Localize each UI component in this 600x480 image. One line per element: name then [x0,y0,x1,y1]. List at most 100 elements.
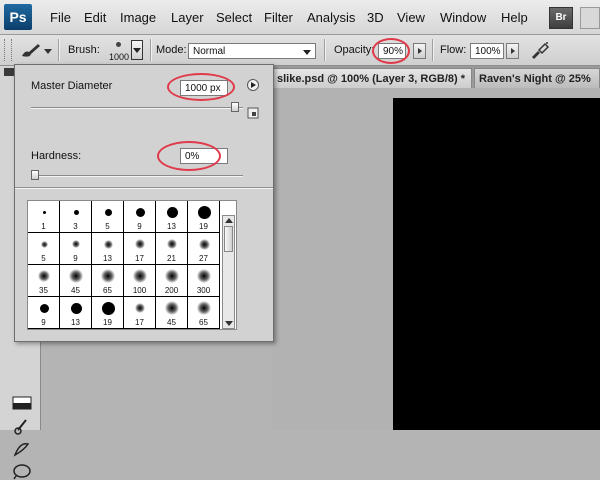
type-tool-icon[interactable] [12,462,32,480]
brush-preset[interactable]: 45 [60,265,92,297]
menu-bar: Ps File Edit Image Layer Select Filter A… [0,0,600,35]
brush-preset[interactable]: 17 [124,233,156,265]
brush-picker-button[interactable] [131,40,143,60]
brush-tip-icon [101,269,115,283]
separator [324,39,326,61]
menu-3d[interactable]: 3D [367,10,384,25]
brush-preset[interactable]: 3 [60,201,92,233]
flow-value: 100% [475,46,501,57]
brush-tip-icon [104,208,112,216]
menu-image[interactable]: Image [120,10,156,25]
mode-select[interactable]: Normal [188,43,316,59]
brush-preset[interactable]: 65 [92,265,124,297]
brush-tip-icon [166,206,178,218]
brush-preset-size: 21 [167,254,176,263]
menu-view[interactable]: View [397,10,425,25]
brush-tip-icon [165,301,179,315]
scroll-thumb[interactable] [224,226,233,252]
brush-tool-icon[interactable] [20,42,42,58]
flow-slider-button[interactable] [506,43,519,59]
scroll-up-icon[interactable] [225,218,233,223]
hardness-slider-thumb[interactable] [31,170,39,180]
brush-preset[interactable]: 65 [188,297,220,329]
bridge-button[interactable]: Br [549,7,573,29]
brush-preview[interactable]: 1000 [106,38,132,64]
brush-tip-icon [135,207,145,217]
brush-preset-size: 13 [167,222,176,231]
flow-field[interactable]: 100% [470,43,504,59]
brush-preset[interactable]: 5 [92,201,124,233]
brush-preset[interactable]: 9 [28,297,60,329]
brush-tip-icon [197,269,211,283]
brush-preset[interactable]: 21 [156,233,188,265]
menu-help[interactable]: Help [501,10,528,25]
menu-edit[interactable]: Edit [84,10,106,25]
brush-preset[interactable]: 45 [156,297,188,329]
mode-label: Mode: [156,44,187,56]
menu-file[interactable]: File [50,10,71,25]
brush-preset-size: 1 [41,222,46,231]
pen-tool-icon[interactable] [12,440,32,458]
brush-tip-icon [70,302,82,314]
chevron-down-icon [133,48,141,53]
brush-preset[interactable]: 5 [28,233,60,265]
brush-preset-size: 45 [167,318,176,327]
brush-tip-icon [135,239,145,249]
annotation-circle [157,141,221,171]
brush-preset[interactable]: 100 [124,265,156,297]
document-canvas[interactable] [393,98,600,430]
menu-analysis[interactable]: Analysis [307,10,355,25]
brush-preset[interactable]: 200 [156,265,188,297]
menu-filter[interactable]: Filter [264,10,293,25]
brush-preset[interactable]: 19 [188,201,220,233]
brush-preset-size: 17 [135,318,144,327]
master-diameter-label: Master Diameter [31,80,113,92]
brush-preset-size: 100 [132,286,147,295]
options-bar: Brush: 1000 Mode: Normal Opacity: 90% Fl… [0,35,600,66]
hardness-slider-track[interactable] [31,175,243,177]
tab-ravens-night[interactable]: Raven's Night @ 25% [474,68,600,88]
brush-preset-size: 19 [103,318,112,327]
brush-label: Brush: [68,44,100,56]
brush-preset[interactable]: 19 [92,297,124,329]
brush-preset-size: 27 [199,254,208,263]
photoshop-logo: Ps [4,4,32,30]
brush-preset[interactable]: 17 [124,297,156,329]
brush-preset[interactable]: 300 [188,265,220,297]
workspace-button[interactable] [580,7,600,29]
panel-menu-icon[interactable] [247,79,259,91]
tool-preset-arrow-icon[interactable] [44,49,52,55]
brush-tip-icon [73,209,79,215]
airbrush-icon[interactable] [530,41,550,59]
brush-grid-scrollbar[interactable] [222,215,235,329]
save-preset-icon[interactable] [247,107,259,119]
menu-window[interactable]: Window [440,10,486,25]
brush-preset[interactable]: 9 [60,233,92,265]
master-diameter-slider-thumb[interactable] [230,102,239,112]
brush-preset[interactable]: 13 [156,201,188,233]
gradient-tool-icon[interactable] [12,396,32,410]
brush-preset[interactable]: 1 [28,201,60,233]
brush-tip-icon [72,240,80,248]
document-tab-bar: slike.psd @ 100% (Layer 3, RGB/8) * Rave… [272,66,600,88]
chevron-down-icon [303,50,311,55]
brush-preset-size: 45 [71,286,80,295]
brush-preset[interactable]: 13 [60,297,92,329]
brush-preset-size: 9 [73,254,78,263]
dodge-tool-icon[interactable] [12,416,32,436]
brush-preset[interactable]: 13 [92,233,124,265]
brush-preset[interactable]: 27 [188,233,220,265]
brush-preset-size: 13 [71,318,80,327]
brush-preset[interactable]: 35 [28,265,60,297]
menu-select[interactable]: Select [216,10,252,25]
brush-tip-icon [101,301,115,315]
scroll-down-icon[interactable] [225,321,233,326]
master-diameter-slider-track[interactable] [31,107,243,109]
opacity-slider-button[interactable] [413,43,426,59]
opacity-label: Opacity: [334,44,375,56]
grip-icon [4,39,12,61]
brush-preset[interactable]: 9 [124,201,156,233]
menu-layer[interactable]: Layer [171,10,204,25]
separator [150,39,152,61]
tab-slike[interactable]: slike.psd @ 100% (Layer 3, RGB/8) * [272,68,472,88]
